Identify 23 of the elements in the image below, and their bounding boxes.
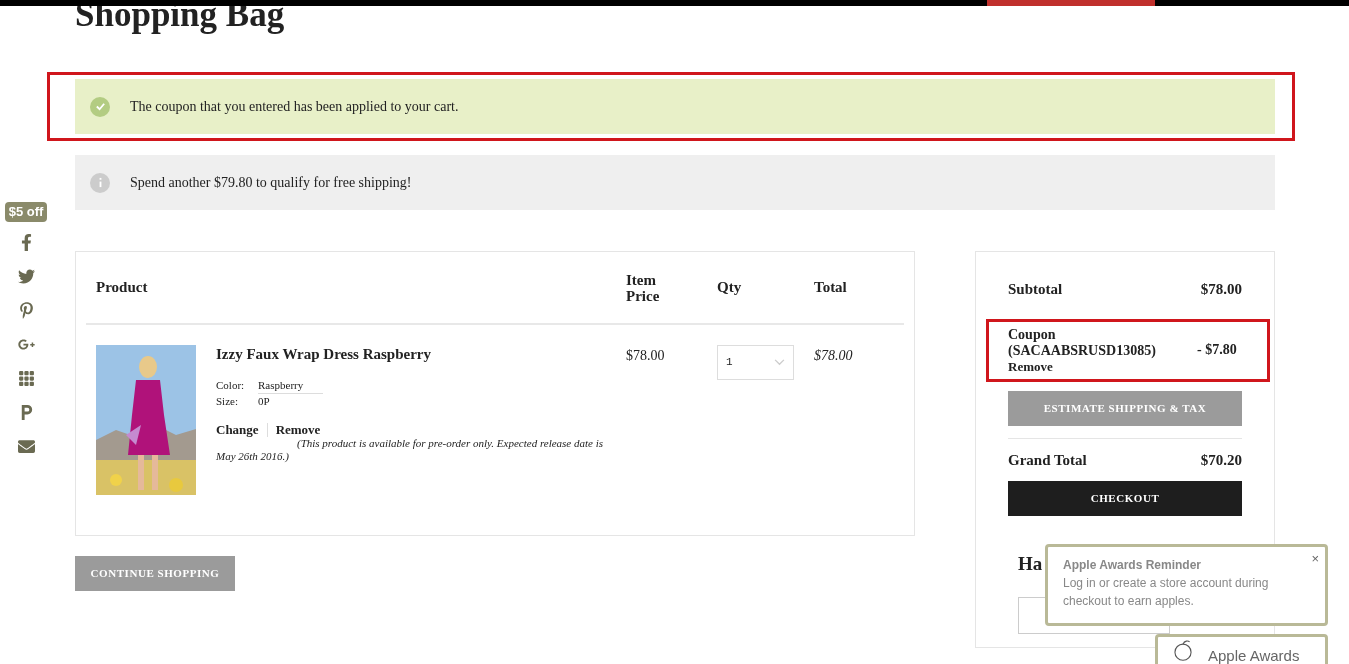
- reminder-tab-label: Apple Awards: [1208, 647, 1300, 664]
- summary-value: $70.20: [1200, 450, 1242, 470]
- column-header: Product: [95, 278, 149, 298]
- column-header: Item Price: [626, 271, 661, 304]
- option-value: 0P: [258, 393, 271, 409]
- column-header: Qty: [717, 278, 743, 298]
- summary-label: Grand Total: [1008, 450, 1087, 470]
- summary-value: $78.00: [1200, 280, 1242, 299]
- coupon-discount: - $7.80: [1197, 342, 1238, 358]
- column-header: Total: [814, 278, 847, 298]
- alert-text: The coupon that you entered has been applied to your cart.: [130, 98, 459, 116]
- option-value: Raspberry: [258, 377, 323, 394]
- reminder-text: Log in or create a store account during checkout to earn apples.: [1063, 575, 1270, 610]
- item-price: $78.00: [626, 347, 666, 365]
- preorder-note: (This product is available for pre-order only. Expected release date is May 26th 2016.): [216, 436, 604, 463]
- alert-text: Spend another $79.80 to qualify for free shipping!: [130, 174, 412, 192]
- option-label: Size:: [216, 393, 239, 409]
- reminder-title: Apple Awards Reminder: [1063, 557, 1202, 574]
- option-label: Color:: [216, 377, 246, 393]
- promo-heading: Ha: [1018, 552, 1043, 576]
- item-total: $78.00: [814, 347, 853, 365]
- coupon-label: Coupon (SACAABSRUSD13085): [1008, 326, 1157, 359]
- summary-label: Subtotal: [1008, 280, 1063, 299]
